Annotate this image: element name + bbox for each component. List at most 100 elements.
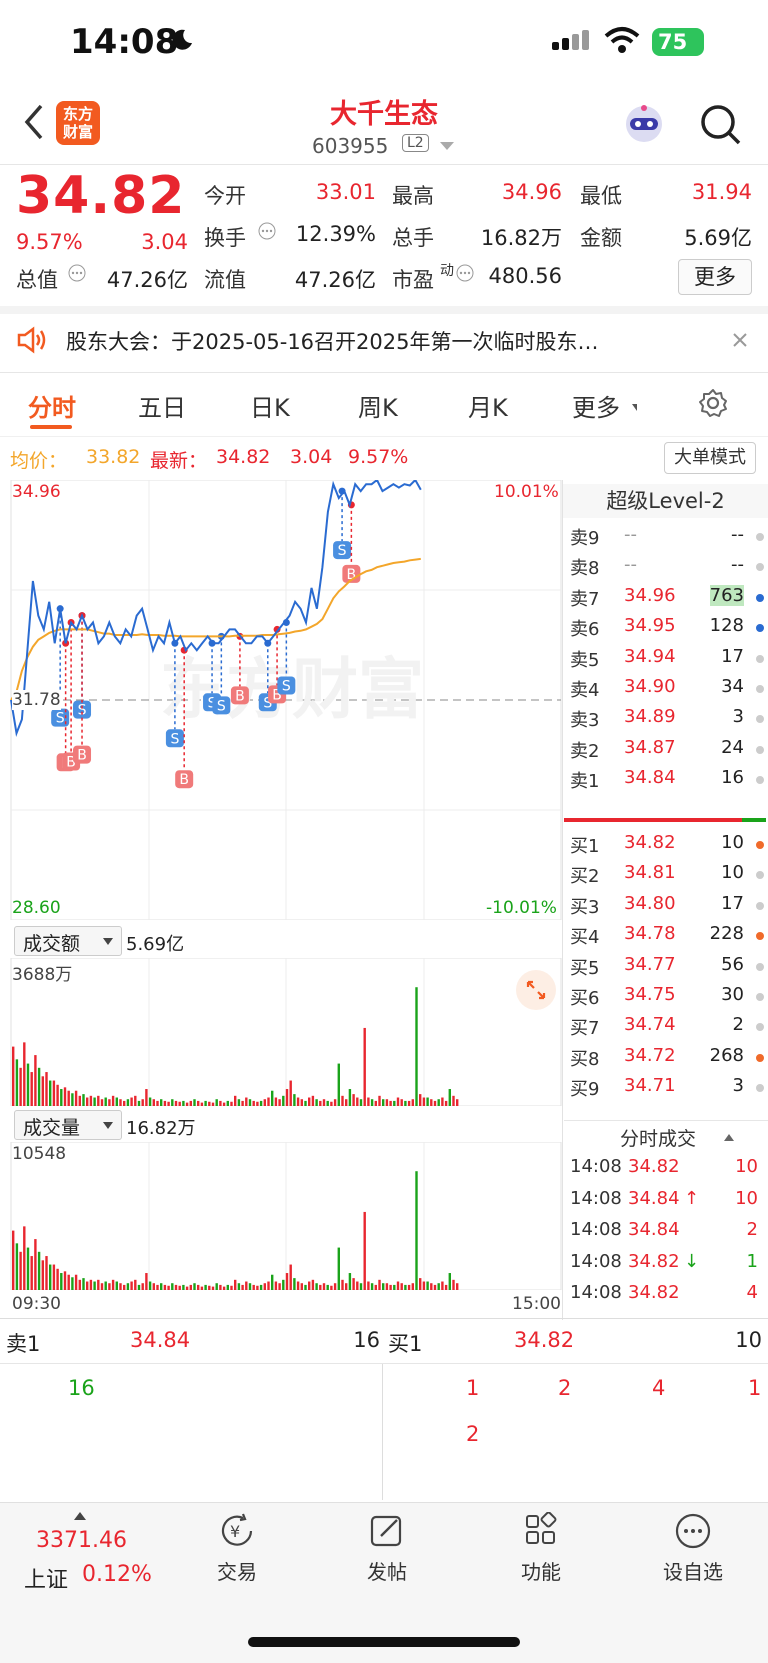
value-high: 34.96 [501, 180, 562, 204]
tick-time: 14:08 [570, 1156, 622, 1177]
stock-code[interactable]: 603955 [312, 134, 388, 158]
status-dot-icon [756, 871, 764, 880]
search-icon[interactable] [700, 104, 742, 146]
buy-row[interactable]: 买8 34.72 268 [568, 1041, 766, 1073]
latest-change: 3.04 [290, 446, 333, 468]
sell-row[interactable]: 卖8 -- -- [568, 550, 766, 582]
tick-row: 14:08 34.82 4 [568, 1278, 766, 1310]
tick-volume: 1 [746, 1250, 758, 1272]
time-start: 09:30 [12, 1294, 61, 1314]
close-icon[interactable] [732, 332, 748, 348]
ticks-title[interactable]: 分时成交 [620, 1124, 696, 1151]
buy-volume: 17 [721, 892, 744, 914]
label-market-cap: 总值 [16, 268, 58, 292]
status-dot-icon [756, 993, 764, 1001]
status-dot-icon [756, 932, 764, 941]
trade-icon: ¥ [221, 1513, 253, 1546]
buy-volume: 56 [721, 953, 744, 975]
buy-level: 买4 [570, 927, 600, 949]
chevron-down-icon [103, 938, 113, 945]
status-dot-icon [756, 1053, 764, 1062]
notice-text[interactable]: 股东大会：于2025-05-16召开2025年第一次临时股东… [66, 326, 598, 356]
buy-row[interactable]: 买9 34.71 3 [568, 1071, 766, 1103]
buy-level: 买1 [570, 836, 600, 857]
sell-row[interactable]: 卖6 34.95 128 [568, 611, 766, 643]
buy-volume: 228 [709, 923, 744, 945]
buy-level: 买5 [570, 957, 600, 979]
sell1-price: 34.84 [130, 1328, 191, 1352]
index-name[interactable]: 上证 [24, 1562, 68, 1594]
buy-row[interactable]: 买4 34.78 228 [568, 919, 766, 951]
tab-more[interactable]: 更多 [572, 388, 620, 423]
more-button[interactable]: 更多 [678, 259, 752, 295]
intraday-chart[interactable]: 东方财富 SBBSBSBSSBSBSSB [0, 480, 562, 920]
buy-price: 34.72 [624, 1044, 676, 1066]
sell-queue-item: 16 [68, 1376, 95, 1400]
tab-weekly-k[interactable]: 周K [358, 388, 398, 423]
info-icon[interactable] [68, 264, 86, 282]
volume-label: 成交量 [23, 1117, 81, 1139]
buy-level: 买3 [570, 896, 600, 918]
amount-value: 5.69亿 [126, 934, 185, 955]
expand-button[interactable] [516, 970, 556, 1010]
buy-price: 34.81 [624, 862, 676, 884]
change-pct: 9.57% [16, 230, 83, 254]
sell-row[interactable]: 卖5 34.94 17 [568, 642, 766, 674]
sell-row[interactable]: 卖4 34.90 34 [568, 672, 766, 704]
tab-intraday[interactable]: 分时 [28, 388, 76, 423]
buy1-label: 买1 [388, 1332, 423, 1356]
wifi-icon [604, 27, 640, 53]
avg-price-value: 33.82 [86, 446, 141, 468]
buy-row[interactable]: 买1 34.82 10 [568, 828, 766, 860]
nav-add-watchlist[interactable]: 设自选 [618, 1512, 768, 1585]
level2-title[interactable]: 超级Level-2 [563, 484, 768, 518]
sell-row[interactable]: 卖7 34.96 763 [568, 581, 766, 613]
tick-price: 34.82 [628, 1282, 680, 1303]
amount-label: 成交额 [23, 933, 81, 955]
buy-row[interactable]: 买3 34.80 17 [568, 889, 766, 921]
nav-post[interactable]: 发帖 [312, 1512, 462, 1585]
index-value[interactable]: 3371.46 [36, 1528, 127, 1553]
settings-gear-icon[interactable] [698, 388, 728, 418]
buy-row[interactable]: 买6 34.75 30 [568, 980, 766, 1012]
chevron-up-icon[interactable] [724, 1134, 734, 1141]
info-icon[interactable] [456, 264, 474, 282]
nav-trade[interactable]: ¥ 交易 [162, 1512, 312, 1585]
level-badge: L2 [402, 134, 429, 152]
info-icon[interactable] [258, 222, 276, 240]
index-pct[interactable]: 0.12% [82, 1562, 152, 1587]
volume-value: 16.82万 [126, 1118, 196, 1139]
tick-row: 14:08 34.82 ↓ 1 [568, 1247, 766, 1279]
value-open: 33.01 [315, 180, 376, 204]
sell-row[interactable]: 卖2 34.87 24 [568, 733, 766, 765]
sell-row[interactable]: 卖3 34.89 3 [568, 702, 766, 734]
buy-queue-item: 2 [558, 1376, 572, 1400]
sell-row[interactable]: 卖9 -- -- [568, 520, 766, 552]
tick-volume: 10 [735, 1156, 758, 1177]
nav-trade-label: 交易 [217, 1560, 257, 1584]
volume-selector[interactable]: 成交量 [14, 1110, 122, 1140]
tab-daily-k[interactable]: 日K [250, 388, 290, 423]
sell-level: 卖5 [570, 649, 600, 671]
nav-functions[interactable]: 功能 [466, 1512, 616, 1585]
tab-monthly-k[interactable]: 月K [468, 388, 508, 423]
chevron-down-icon[interactable] [440, 142, 454, 150]
sell-price: 34.84 [624, 767, 676, 789]
value-market-cap: 47.26亿 [106, 268, 188, 292]
value-low: 31.94 [691, 180, 752, 204]
sell-row[interactable]: 卖1 34.84 16 [568, 763, 766, 795]
sell-level: 卖1 [570, 771, 600, 793]
chevron-up-icon[interactable] [74, 1512, 86, 1520]
grid-apps-icon [526, 1512, 557, 1544]
buy-row[interactable]: 买5 34.77 56 [568, 950, 766, 982]
tab-five-day[interactable]: 五日 [138, 388, 186, 423]
ai-robot-icon[interactable] [622, 104, 666, 144]
amount-selector[interactable]: 成交额 [14, 926, 122, 956]
big-order-mode-button[interactable]: 大单模式 [664, 442, 756, 474]
buy-row[interactable]: 买2 34.81 10 [568, 858, 766, 890]
sell-volume: 17 [721, 645, 744, 667]
buy-row[interactable]: 买7 34.74 2 [568, 1010, 766, 1042]
buy-price: 34.78 [624, 923, 676, 945]
divider [0, 372, 768, 373]
latest-pct: 9.57% [348, 446, 409, 468]
